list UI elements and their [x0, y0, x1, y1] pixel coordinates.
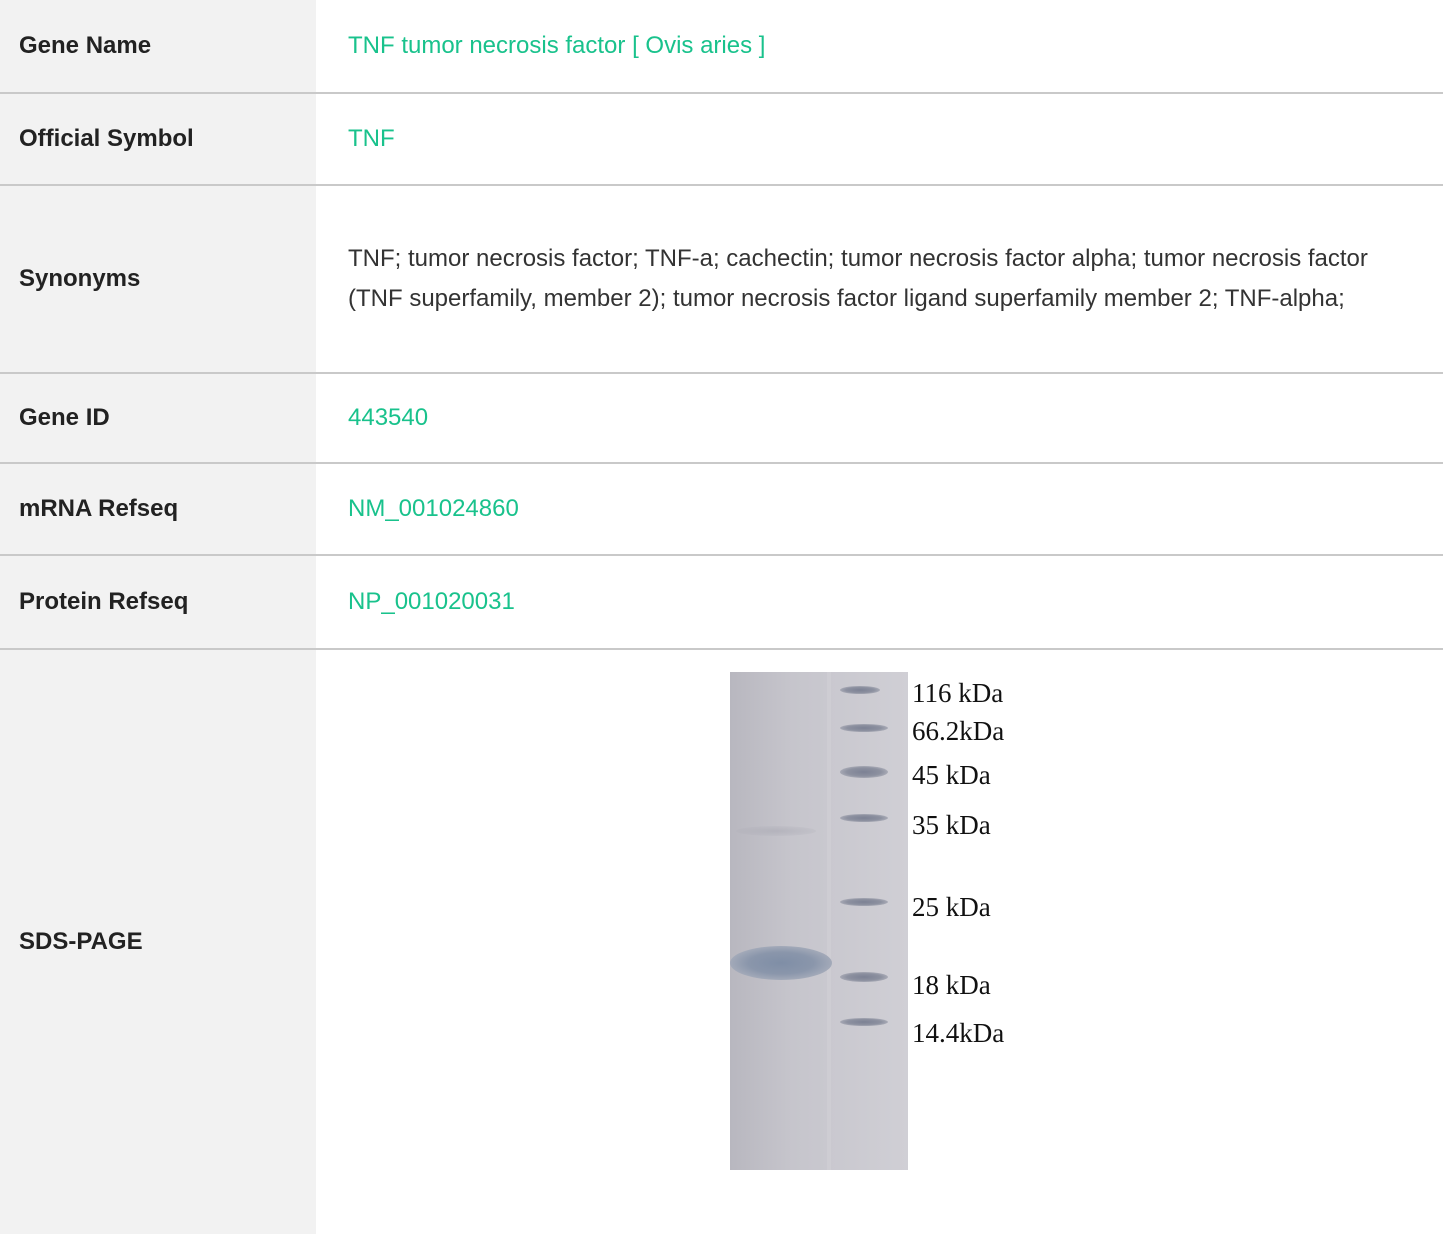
row-protein-refseq: Protein Refseq NP_001020031	[0, 556, 1443, 650]
gene-id-link[interactable]: 443540	[348, 404, 428, 432]
row-gene-id: Gene ID 443540	[0, 374, 1443, 464]
row-official-symbol: Official Symbol TNF	[0, 94, 1443, 186]
row-value-cell: 443540	[316, 374, 1443, 462]
marker-label: 116 kDa	[912, 678, 1004, 708]
row-mrna-refseq: mRNA Refseq NM_001024860	[0, 464, 1443, 556]
gene-info-table: Gene Name TNF tumor necrosis factor [ Ov…	[0, 0, 1443, 1234]
row-value-cell: TNF; tumor necrosis factor; TNF-a; cache…	[316, 186, 1443, 372]
row-label: Gene Name	[0, 0, 316, 92]
row-value-cell: TNF	[316, 94, 1443, 184]
row-sds-page: SDS-PAGE 116 kDa 66.2kDa 45 kDa 35 kDa 2…	[0, 650, 1443, 1234]
marker-band	[840, 1018, 888, 1026]
faint-band	[736, 826, 816, 836]
synonyms-text: TNF; tumor necrosis factor; TNF-a; cache…	[348, 245, 1368, 312]
row-synonyms: Synonyms TNF; tumor necrosis factor; TNF…	[0, 186, 1443, 374]
row-value-cell: TNF tumor necrosis factor [ Ovis aries ]	[316, 0, 1443, 92]
gene-name-link[interactable]: TNF tumor necrosis factor [ Ovis aries ]	[348, 32, 765, 60]
marker-label: 45 kDa	[912, 760, 991, 790]
mrna-refseq-link[interactable]: NM_001024860	[348, 495, 519, 523]
row-label: Synonyms	[0, 186, 316, 372]
marker-band	[840, 686, 880, 694]
row-label: Gene ID	[0, 374, 316, 462]
marker-label: 25 kDa	[912, 892, 991, 922]
lane-divider	[827, 672, 831, 1170]
row-label: mRNA Refseq	[0, 464, 316, 554]
marker-band	[840, 766, 888, 778]
marker-label: 18 kDa	[912, 970, 991, 1000]
row-label: Protein Refseq	[0, 556, 316, 648]
row-label: SDS-PAGE	[0, 650, 316, 1234]
sample-protein-band	[730, 946, 832, 980]
marker-label: 14.4kDa	[912, 1018, 1005, 1048]
marker-band	[840, 972, 888, 982]
official-symbol-link[interactable]: TNF	[348, 125, 395, 153]
row-gene-name: Gene Name TNF tumor necrosis factor [ Ov…	[0, 0, 1443, 94]
protein-refseq-link[interactable]: NP_001020031	[348, 588, 515, 616]
row-value-cell: 116 kDa 66.2kDa 45 kDa 35 kDa 25 kDa 18 …	[316, 650, 1443, 1234]
gel-image	[730, 672, 908, 1170]
marker-labels: 116 kDa 66.2kDa 45 kDa 35 kDa 25 kDa 18 …	[908, 672, 1032, 1170]
marker-band	[840, 814, 888, 822]
row-value-cell: NP_001020031	[316, 556, 1443, 648]
marker-label: 66.2kDa	[912, 716, 1005, 746]
row-value-cell: NM_001024860	[316, 464, 1443, 554]
marker-band	[840, 898, 888, 906]
marker-label: 35 kDa	[912, 810, 991, 840]
row-label: Official Symbol	[0, 94, 316, 184]
sds-page-figure: 116 kDa 66.2kDa 45 kDa 35 kDa 25 kDa 18 …	[316, 650, 1443, 1234]
marker-band	[840, 724, 888, 732]
